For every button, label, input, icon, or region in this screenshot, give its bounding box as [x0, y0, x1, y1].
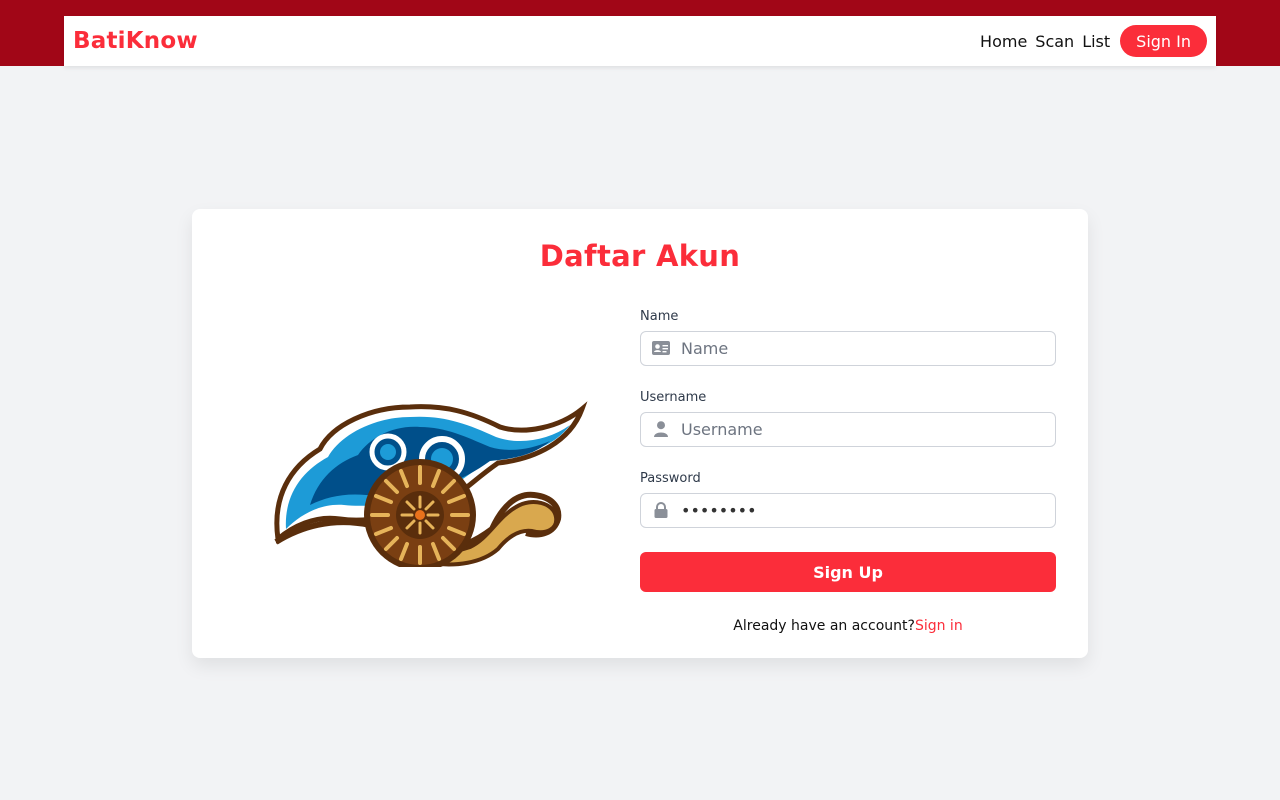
lock-icon: [654, 502, 668, 518]
signup-form: Name Username Password: [640, 309, 1056, 634]
signin-prompt: Already have an account?Sign in: [640, 618, 1056, 634]
name-field-wrapper: [640, 331, 1056, 366]
username-label: Username: [640, 390, 707, 405]
id-card-icon: [652, 341, 670, 355]
batik-logo-illustration: [274, 401, 588, 567]
nav-list[interactable]: List: [1082, 32, 1110, 51]
password-input[interactable]: [640, 493, 1056, 528]
password-field-wrapper: [640, 493, 1056, 528]
username-field-wrapper: [640, 412, 1056, 447]
username-input[interactable]: [640, 412, 1056, 447]
brand-logo[interactable]: BatiKnow: [73, 28, 198, 54]
sign-in-link[interactable]: Sign in: [915, 618, 963, 634]
user-icon: [654, 421, 668, 437]
sign-up-button[interactable]: Sign Up: [640, 552, 1056, 592]
navbar: BatiKnow Home Scan List Sign In: [64, 16, 1216, 66]
name-label: Name: [640, 309, 679, 324]
password-label: Password: [640, 471, 701, 486]
nav-scan[interactable]: Scan: [1035, 32, 1074, 51]
nav-links: Home Scan List Sign In: [980, 25, 1207, 57]
page-title: Daftar Akun: [539, 239, 741, 273]
signin-prompt-text: Already have an account?: [733, 618, 915, 634]
signup-card: Daftar Akun Name Name Username Username …: [192, 209, 1088, 658]
name-input[interactable]: [640, 331, 1056, 366]
nav-home[interactable]: Home: [980, 32, 1027, 51]
sign-in-button[interactable]: Sign In: [1120, 25, 1207, 57]
